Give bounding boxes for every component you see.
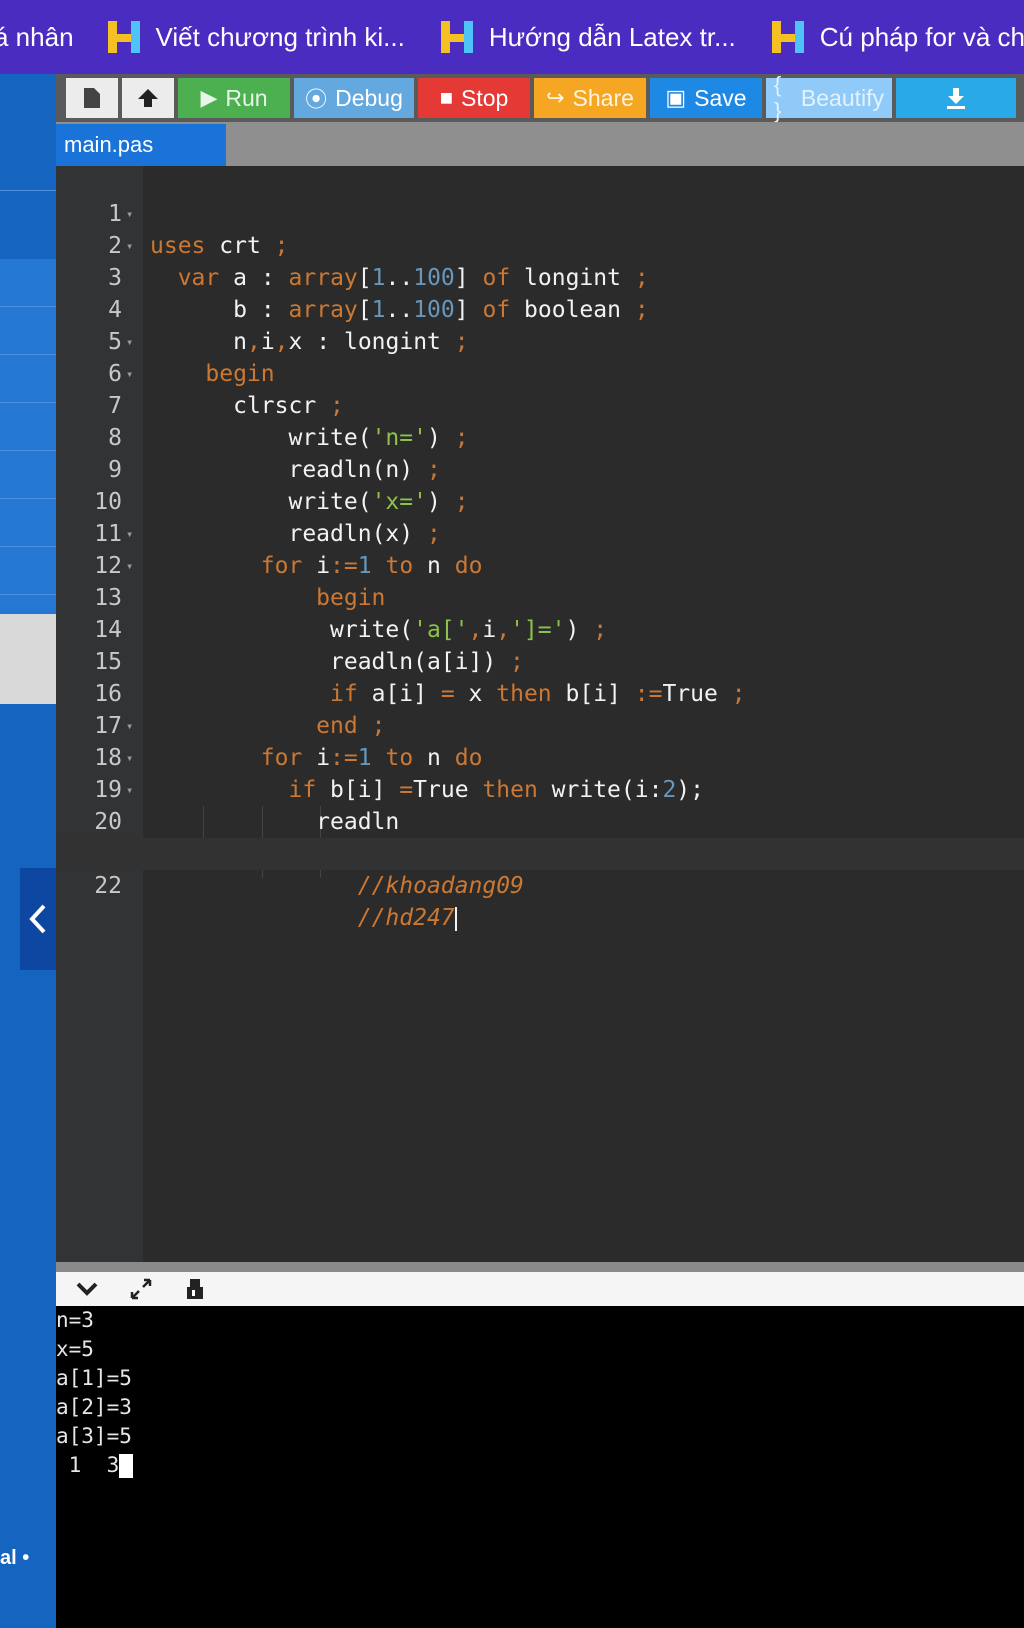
- code-line: 7 write('n=') ;: [108, 393, 469, 451]
- terminal-cursor: [119, 1454, 134, 1478]
- stop-button[interactable]: ■ Stop: [418, 78, 530, 118]
- sidebar-divider: [0, 498, 56, 499]
- expand-output-button[interactable]: [124, 1274, 158, 1304]
- file-tab-strip: main.pas: [56, 122, 1024, 166]
- play-icon: ▶: [200, 85, 218, 110]
- sidebar-section: [0, 259, 56, 644]
- code-line: 17 ▾ for i:=1 to n do: [94, 713, 483, 771]
- code-line: 3 b : array[1..100] of boolean ;: [108, 265, 649, 323]
- debug-button[interactable]: ⦿ Debug: [294, 78, 414, 118]
- beautify-button[interactable]: { } Beautify: [766, 72, 892, 123]
- bookmark-label: Viết chương trình ki...: [155, 21, 405, 52]
- chevron-down-icon: [76, 1282, 98, 1296]
- console-line: a[1]=5: [56, 1366, 132, 1390]
- code-line-active: 22 //hd247: [56, 838, 1024, 931]
- site-logo-icon: [771, 19, 806, 55]
- stop-label: Stop: [460, 84, 509, 111]
- code-line: 5 ▾ begin: [108, 329, 275, 387]
- bookmark-partial[interactable]: á nhân: [0, 22, 74, 53]
- code-line: 21 //khoadang09: [94, 841, 524, 899]
- sidebar-divider: [0, 450, 56, 451]
- editor-toolbar: ▶ Run ⦿ Debug ■ Stop ↪ Share ▣ Save { } …: [56, 72, 1024, 123]
- code-line: 9 write('x=') ;: [108, 457, 469, 515]
- share-icon: ↪: [546, 85, 565, 110]
- code-line: 12 ▾ begin: [94, 553, 386, 611]
- bookmark-label: Cú pháp for và ch: [819, 21, 1024, 52]
- bookmark-item[interactable]: Hướng dẫn Latex tr...: [440, 19, 736, 55]
- save-icon: ▣: [665, 85, 687, 110]
- new-file-button[interactable]: [66, 78, 118, 118]
- download-button[interactable]: [896, 78, 1016, 118]
- bookmark-bar: á nhân Viết chương trình ki... Hướng dẫn…: [0, 0, 1024, 74]
- code-line: 14 readln(a[i]) ;: [94, 617, 524, 675]
- code-line: 11 ▾ for i:=1 to n do: [94, 521, 483, 579]
- braces-icon: { }: [774, 72, 782, 123]
- save-button[interactable]: ▣ Save: [650, 78, 762, 118]
- code-line: 10 readln(x) ;: [94, 489, 441, 547]
- expand-icon: [130, 1278, 152, 1300]
- stop-icon: ■: [439, 85, 453, 110]
- output-resize-handle[interactable]: [56, 1262, 1024, 1272]
- sidebar-divider: [0, 354, 56, 355]
- code-line: 16 end ;: [94, 681, 386, 739]
- debug-icon: ⦿: [305, 87, 328, 112]
- code-line: 8 readln(n) ;: [108, 425, 441, 483]
- upload-icon: [138, 89, 158, 107]
- clear-output-button[interactable]: [178, 1274, 212, 1304]
- upload-button[interactable]: [122, 78, 174, 118]
- chevron-left-icon: [29, 904, 46, 934]
- code-line: 20 end .: [94, 809, 427, 867]
- console-output-text: 1 3: [56, 1453, 120, 1477]
- console-line: a[3]=5: [56, 1424, 132, 1448]
- output-toolbar: [56, 1272, 1024, 1306]
- tab-main-pas[interactable]: main.pas: [56, 124, 226, 166]
- beautify-label: Beautify: [800, 84, 884, 111]
- site-logo-icon: [440, 19, 475, 55]
- code-line: 2 ▾ var a : array[1..100] of longint ;: [108, 233, 649, 291]
- console-line: n=3: [56, 1308, 94, 1332]
- sidebar-divider: [0, 402, 56, 403]
- code-line: 4 n,i,x : longint ;: [108, 297, 469, 355]
- console-line: a[2]=3: [56, 1395, 132, 1419]
- sidebar-bottom-label: al •: [0, 1547, 30, 1569]
- debug-label: Debug: [335, 84, 403, 111]
- code-line: 18 ▾ if b[i] =True then write(i:2);: [94, 745, 704, 803]
- bookmark-label: Hướng dẫn Latex tr...: [488, 21, 736, 52]
- code-line: 19 ▾ readln: [94, 777, 400, 835]
- collapse-output-button[interactable]: [70, 1274, 104, 1304]
- sidebar-divider: [0, 546, 56, 547]
- sidebar-divider: [0, 594, 56, 595]
- code-line: 1 ▾ uses crt ;: [108, 201, 289, 259]
- code-line: 13 write('a[',i,']=') ;: [94, 585, 608, 643]
- run-button[interactable]: ▶ Run: [178, 78, 290, 118]
- console-line-last: 1 3: [56, 1451, 134, 1480]
- clear-icon: [187, 1279, 203, 1299]
- share-button[interactable]: ↪ Share: [534, 78, 646, 118]
- share-label: Share: [572, 84, 634, 111]
- save-label: Save: [694, 84, 747, 111]
- sidebar-selected-item[interactable]: [0, 614, 56, 704]
- text-cursor: [454, 906, 457, 931]
- code-line: 6 ▾ clrscr ;: [108, 361, 344, 419]
- run-label: Run: [225, 84, 268, 111]
- collapse-sidebar-button[interactable]: [20, 868, 56, 970]
- sidebar-divider: [0, 306, 56, 307]
- bookmark-item[interactable]: Cú pháp for và ch: [771, 19, 1024, 55]
- console-line: x=5: [56, 1337, 94, 1361]
- download-icon: [947, 88, 965, 109]
- new-file-icon: [84, 88, 100, 108]
- sidebar-divider: [0, 190, 56, 191]
- code-editor[interactable]: 1 ▾ uses crt ; 2 ▾ var a : array[1..100] o…: [56, 166, 1024, 1262]
- left-sidebar: al •: [0, 74, 56, 1628]
- output-console[interactable]: n=3 x=5 a[1]=5 a[2]=3 a[3]=5 1 3: [56, 1306, 1024, 1628]
- bookmark-item[interactable]: Viết chương trình ki...: [107, 19, 405, 55]
- site-logo-icon: [107, 19, 142, 55]
- code-line: 15 if a[i] = x then b[i] :=True ;: [94, 649, 746, 707]
